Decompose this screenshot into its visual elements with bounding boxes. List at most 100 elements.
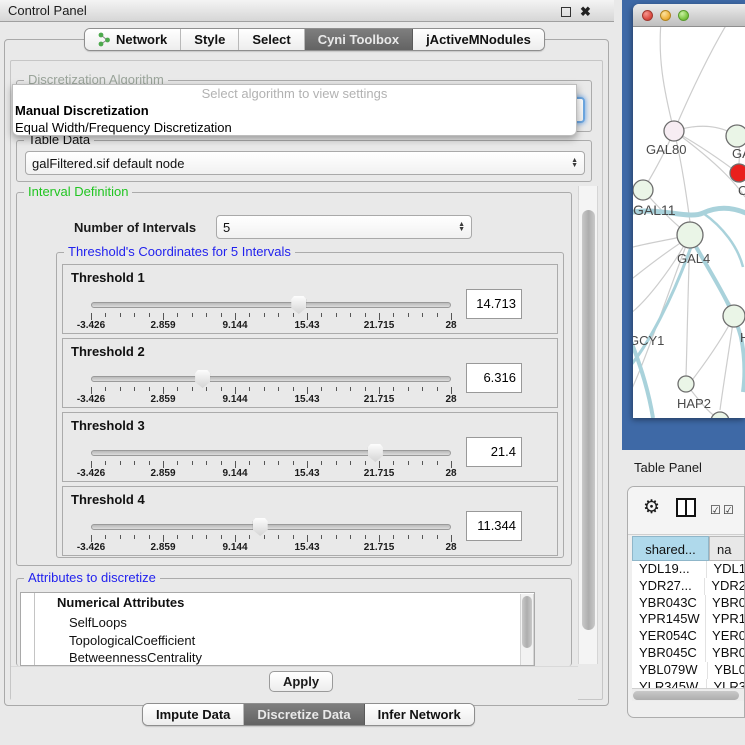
network-node[interactable] [633,180,653,200]
threshold-slider-thumb[interactable] [368,444,383,462]
network-node[interactable] [726,125,745,147]
settings-scrollbar-track[interactable] [578,186,598,664]
slider-tick [192,461,193,465]
cell-shared-name: YBR043C [632,595,706,612]
combo-arrows-icon: ▲▼ [571,158,578,168]
slider-tick-label: 21.715 [364,320,395,331]
table-row[interactable]: YDR27...YDR2 [632,578,745,595]
column-header-name[interactable]: na [709,536,745,561]
network-node[interactable] [664,121,684,141]
slider-tick [149,535,150,539]
cell-name: YBL0 [708,662,745,679]
threshold-value-field[interactable]: 6.316 [466,363,522,393]
bottom-tab-impute-data[interactable]: Impute Data [143,704,244,725]
table-data-group: Table Data galFiltered.sif default node … [16,140,592,182]
float-window-icon[interactable] [561,7,571,17]
slider-tick [350,461,351,465]
slider-tick [336,461,337,465]
tab-label: Network [116,32,167,47]
table-row[interactable]: YPR145WYPR1 [632,611,745,628]
slider-tick [393,313,394,317]
threshold-slider-thumb[interactable] [253,518,268,536]
slider-tick [350,535,351,539]
attribute-item[interactable]: SelfLoops [69,615,127,630]
slider-tick [336,535,337,539]
number-of-intervals-combobox[interactable]: 5 ▲▼ [216,215,472,239]
close-traffic-icon[interactable] [642,10,653,21]
slider-tick [437,313,438,317]
attributes-scrollbar-thumb[interactable] [522,596,532,648]
zoom-traffic-icon[interactable] [678,10,689,21]
slider-tick [192,535,193,539]
cell-shared-name: YBR045C [632,645,706,662]
slider-tick-label: 2.859 [150,320,175,331]
numerical-attributes-list[interactable]: Numerical Attributes SelfLoopsTopologica… [20,592,535,666]
slider-tick [134,535,135,539]
attribute-checkbox-gutter [21,593,35,666]
network-node[interactable] [677,222,703,248]
slider-tick [264,461,265,465]
network-node-label: GAL11 [633,202,676,218]
slider-tick [422,313,423,317]
threshold-slider-thumb[interactable] [291,296,306,314]
network-node[interactable] [678,376,694,392]
threshold-value-field[interactable]: 11.344 [466,511,522,541]
slider-tick [134,313,135,317]
slider-tick-label: 21.715 [364,394,395,405]
network-node[interactable] [711,412,729,418]
table-row[interactable]: YBL079WYBL0 [632,662,745,679]
tab-style[interactable]: Style [181,29,239,50]
apply-button[interactable]: Apply [269,671,333,692]
network-node[interactable] [723,305,745,327]
slider-tick [177,535,178,539]
network-window-titlebar[interactable] [633,4,745,27]
tab-label: Cyni Toolbox [318,32,399,47]
table-row[interactable]: YDL19...YDL1 [632,561,745,578]
settings-scrollbar-thumb[interactable] [582,210,595,630]
tab-jactivemnodules[interactable]: jActiveMNodules [413,29,544,50]
table-row[interactable]: YER054CYER0 [632,628,745,645]
attribute-item[interactable]: BetweennessCentrality [69,650,202,665]
network-window[interactable]: GAL80GACGAL11GAL4GCY1HHAP2 [633,4,745,418]
table-rows: YDL19...YDL1YDR27...YDR2YBR043CYBR0YPR14… [632,561,745,688]
table-row[interactable]: YBR045CYBR0 [632,645,745,662]
threshold-label: Threshold 1 [71,270,145,285]
network-edge [660,27,674,131]
table-row[interactable]: YLR345WYLR3 [632,679,745,688]
tab-cyni-toolbox[interactable]: Cyni Toolbox [305,29,413,50]
checkbox-icon[interactable]: ☑ [723,503,734,517]
threshold-slider-thumb[interactable] [195,370,210,388]
threshold-value-field[interactable]: 14.713 [466,289,522,319]
slider-tick [437,535,438,539]
threshold-slider-track[interactable] [91,376,451,382]
tab-select[interactable]: Select [239,29,304,50]
columns-icon[interactable] [676,498,696,517]
slider-tick [163,535,164,542]
threshold-slider-track[interactable] [91,302,451,308]
bottom-tab-discretize-data[interactable]: Discretize Data [244,704,364,725]
table-hscrollbar-track[interactable] [632,688,745,701]
column-header-shared-name[interactable]: shared... [632,536,709,561]
network-canvas[interactable]: GAL80GACGAL11GAL4GCY1HHAP2 [633,27,745,418]
slider-tick [293,313,294,317]
slider-tick-label: 2.859 [150,542,175,553]
threshold-value-field[interactable]: 21.4 [466,437,522,467]
table-data-combobox[interactable]: galFiltered.sif default node ▲▼ [25,151,585,175]
network-node[interactable] [730,164,745,182]
close-icon[interactable]: ✖ [579,5,592,18]
algorithm-option[interactable]: Manual Discretization [13,102,576,119]
algorithm-option[interactable]: Equal Width/Frequency Discretization [13,119,576,136]
tab-network[interactable]: Network [85,29,181,50]
slider-tick [177,387,178,391]
slider-tick [206,313,207,317]
attribute-item[interactable]: TopologicalCoefficient [69,633,195,648]
table-hscrollbar-thumb[interactable] [633,691,739,700]
bottom-tab-infer-network[interactable]: Infer Network [365,704,474,725]
table-row[interactable]: YBR043CYBR0 [632,595,745,612]
checkbox-icon[interactable]: ☑ [710,503,721,517]
slider-tick [293,461,294,465]
threshold-slider-track[interactable] [91,450,451,456]
minimize-traffic-icon[interactable] [660,10,671,21]
threshold-slider-track[interactable] [91,524,451,530]
gear-icon[interactable]: ⚙ [643,496,660,519]
